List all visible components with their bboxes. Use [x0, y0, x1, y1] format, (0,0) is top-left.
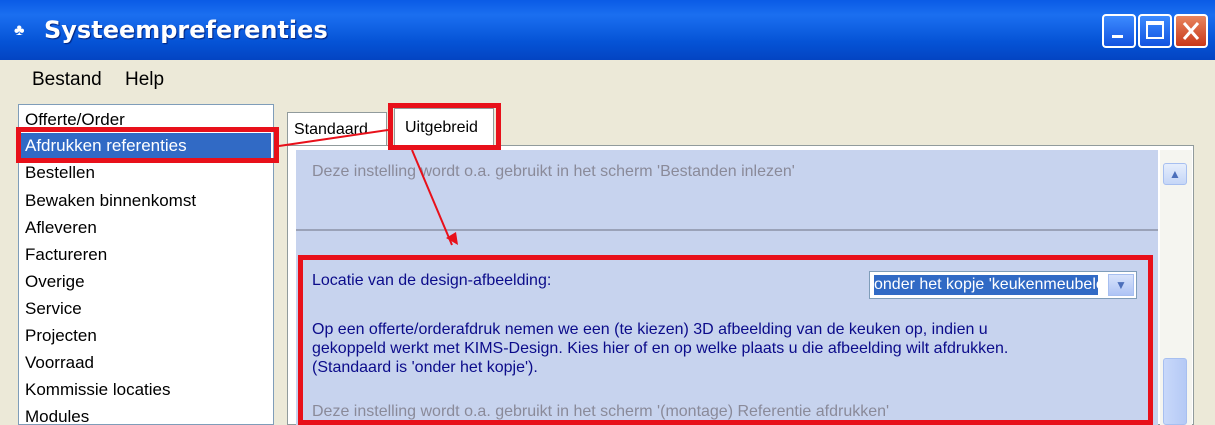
annotation-arrows: [278, 129, 458, 246]
